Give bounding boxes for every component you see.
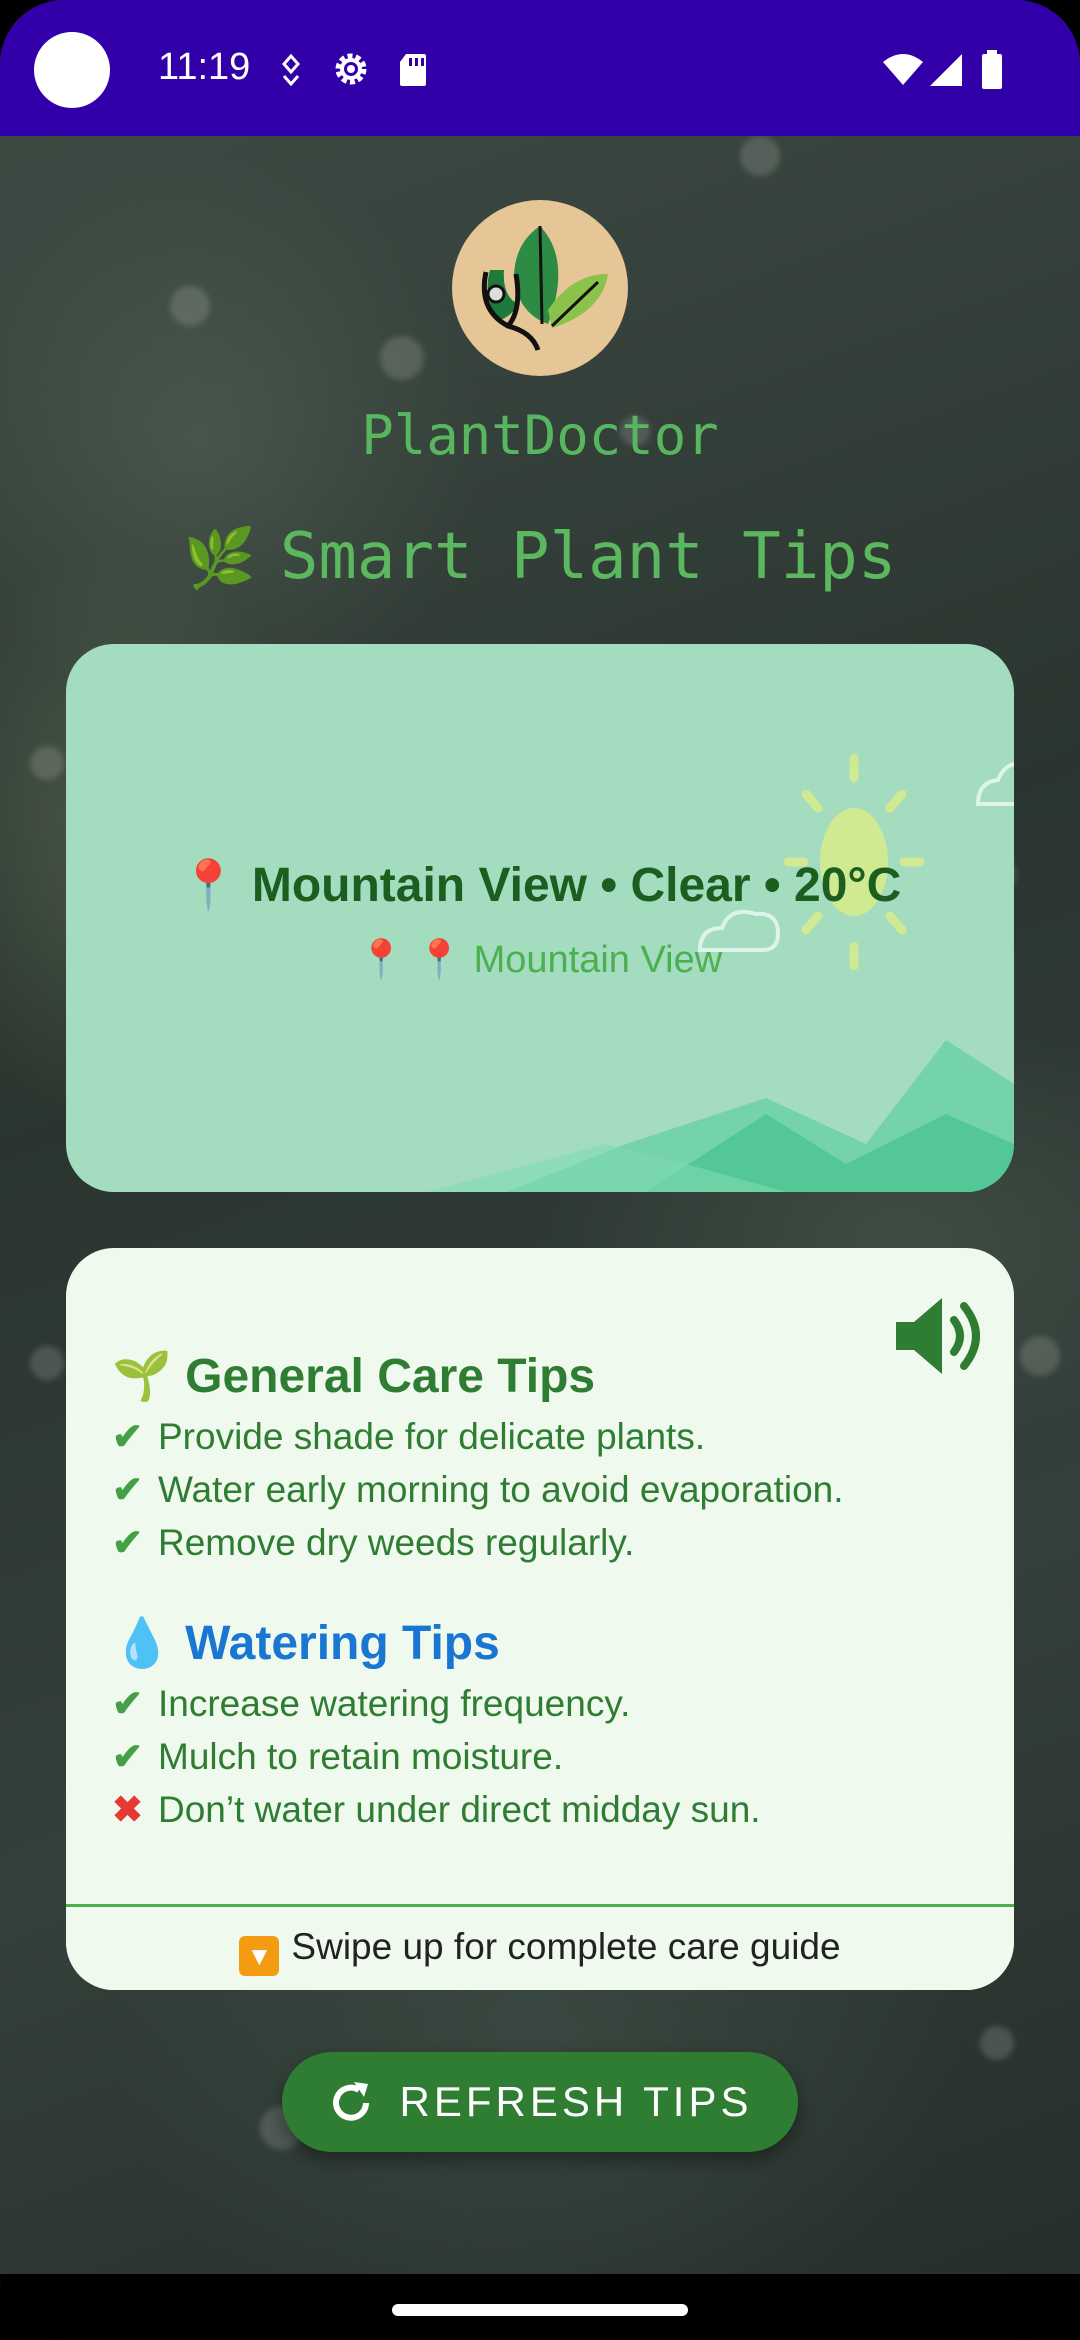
refresh-icon xyxy=(332,2082,369,2121)
list-item: ✔ Water early morning to avoid evaporatio… xyxy=(112,1463,972,1516)
camera-cutout xyxy=(34,32,110,108)
app-logo xyxy=(452,200,628,376)
list-item: ✔ Provide shade for delicate plants. xyxy=(112,1410,972,1463)
weather-location: 📍 📍 Mountain View xyxy=(66,938,1014,982)
sd-card-icon xyxy=(400,54,426,86)
status-bar: 11:19 xyxy=(0,0,1080,136)
general-care-title-text: General Care Tips xyxy=(185,1350,596,1403)
phone-screen: 11:19 PlantDoctor 🌿 Smart Plant Tips 📍 M… xyxy=(0,0,1080,2340)
herb-leaf-icon: 🌿 xyxy=(183,524,256,592)
tip-text: Increase watering frequency. xyxy=(158,1683,631,1724)
location-pin-icon: 📍 xyxy=(178,859,239,912)
app-name: PlantDoctor xyxy=(361,404,719,467)
home-gesture-handle[interactable] xyxy=(392,2304,688,2316)
tip-text: Remove dry weeds regularly. xyxy=(158,1522,635,1563)
list-item: ✔ Mulch to retain moisture. xyxy=(112,1730,972,1783)
list-item: ✔ Increase watering frequency. xyxy=(112,1677,972,1730)
settings-gear-icon xyxy=(335,53,367,85)
list-item: ✖ Don’t water under direct midday sun. xyxy=(112,1783,972,1836)
water-drop-icon: 💧 xyxy=(112,1617,172,1670)
tip-text: Mulch to retain moisture. xyxy=(158,1736,564,1777)
check-icon: ✔ xyxy=(112,1522,144,1563)
refresh-tips-label: REFRESH TIPS xyxy=(399,2078,753,2125)
refresh-tips-button[interactable]: REFRESH TIPS xyxy=(282,2052,798,2152)
down-arrow-icon: ▼ xyxy=(239,1936,280,1976)
tips-card[interactable]: 🌱 General Care Tips ✔ Provide shade for d… xyxy=(66,1248,1014,1990)
tips-content: 🌱 General Care Tips ✔ Provide shade for d… xyxy=(112,1344,972,1836)
tip-text: Water early morning to avoid evaporation… xyxy=(158,1469,844,1510)
list-item: ✔ Remove dry weeds regularly. xyxy=(112,1516,972,1569)
weather-summary: 📍 Mountain View • Clear • 20°C xyxy=(66,856,1014,913)
swipe-up-hint[interactable]: ▼ Swipe up for complete care guide xyxy=(66,1904,1014,1990)
weather-location-text: Mountain View xyxy=(473,939,723,981)
general-care-title: 🌱 General Care Tips xyxy=(112,1344,972,1410)
check-icon: ✔ xyxy=(112,1469,144,1510)
status-time: 11:19 xyxy=(158,46,251,88)
swipe-up-hint-text: Swipe up for complete care guide xyxy=(291,1926,841,1967)
check-icon: ✔ xyxy=(112,1683,144,1724)
tip-text: Don’t water under direct midday sun. xyxy=(158,1789,761,1830)
weather-card: 📍 Mountain View • Clear • 20°C 📍 📍 Mount… xyxy=(66,644,1014,1192)
wifi-icon xyxy=(883,54,923,85)
tip-text: Provide shade for delicate plants. xyxy=(158,1416,706,1457)
check-icon: ✔ xyxy=(112,1416,144,1457)
page-title-text: Smart Plant Tips xyxy=(279,520,897,594)
page-title: 🌿 Smart Plant Tips xyxy=(0,520,1080,594)
weather-summary-text: Mountain View • Clear • 20°C xyxy=(251,859,902,912)
battery-icon xyxy=(982,50,1002,89)
data-saver-icon xyxy=(282,53,300,87)
weather-illustration xyxy=(426,753,1014,1192)
location-pins-icon: 📍 📍 xyxy=(357,939,464,981)
watering-tips-title-text: Watering Tips xyxy=(185,1617,500,1670)
check-icon: ✔ xyxy=(112,1736,144,1777)
cross-icon: ✖ xyxy=(112,1789,144,1830)
watering-tips-title: 💧 Watering Tips xyxy=(112,1611,972,1677)
cell-signal-icon xyxy=(930,54,962,86)
seedling-icon: 🌱 xyxy=(112,1350,172,1403)
